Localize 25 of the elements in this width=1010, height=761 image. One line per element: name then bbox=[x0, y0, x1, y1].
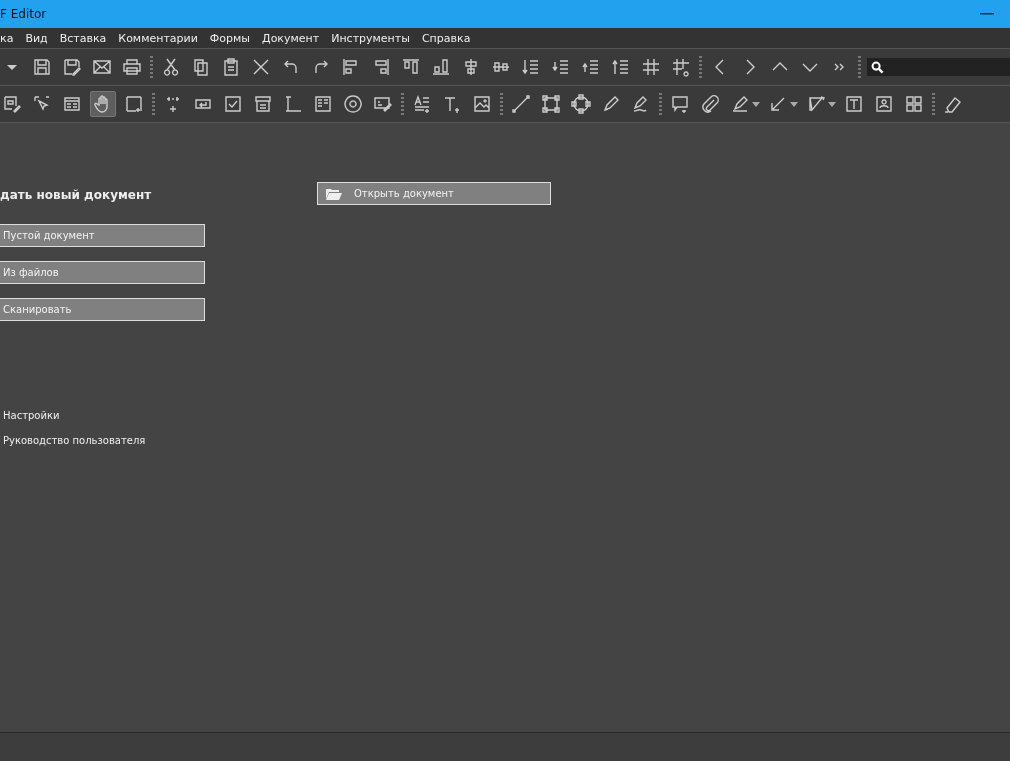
hand-icon[interactable] bbox=[90, 91, 116, 117]
caret-icon[interactable] bbox=[752, 101, 760, 107]
caret-icon[interactable] bbox=[828, 101, 836, 107]
open-document-button[interactable]: Открыть документ bbox=[317, 182, 551, 205]
folder-icon bbox=[326, 187, 342, 200]
link[interactable]: Настройки bbox=[3, 410, 205, 421]
menu-item[interactable]: Документ bbox=[262, 31, 320, 45]
caret-icon[interactable] bbox=[790, 101, 798, 107]
link[interactable]: Руководство пользователя bbox=[3, 435, 205, 446]
window-title: F Editor bbox=[0, 7, 47, 21]
search-field[interactable] bbox=[867, 58, 1010, 76]
menu-item[interactable]: Инструменты bbox=[331, 31, 410, 45]
menu-item[interactable]: Справка bbox=[421, 31, 471, 45]
search-icon bbox=[871, 60, 884, 74]
line-icon[interactable] bbox=[509, 92, 533, 116]
section-heading: дать новый документ bbox=[0, 188, 153, 202]
menu-item[interactable]: ка bbox=[0, 31, 14, 45]
menu-item[interactable]: Комментарии bbox=[118, 31, 198, 45]
create-document-button[interactable]: Пустой документ bbox=[0, 224, 205, 247]
menu-item[interactable]: Формы bbox=[209, 31, 251, 45]
create-document-button[interactable]: Из файлов bbox=[0, 261, 205, 284]
radio-button-icon[interactable] bbox=[341, 92, 365, 116]
menu-item[interactable]: Вставка bbox=[59, 31, 107, 45]
create-document-button[interactable]: Сканировать bbox=[0, 298, 205, 321]
menu-item[interactable]: Вид bbox=[25, 31, 48, 45]
